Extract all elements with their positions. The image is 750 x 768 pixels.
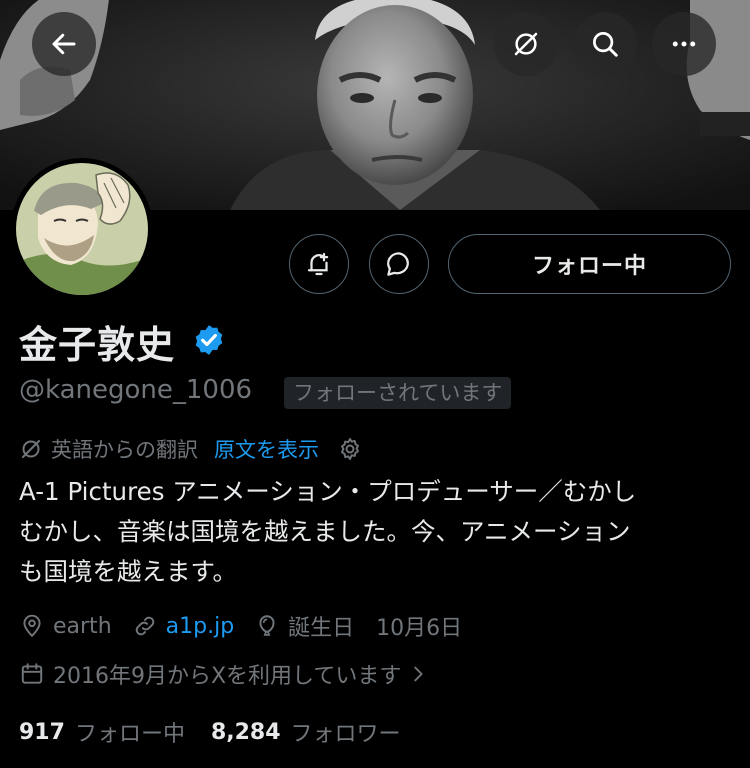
follow-counts: 917 フォロー中 8,284 フォロワー <box>19 716 427 748</box>
search-button[interactable] <box>573 12 637 76</box>
notifications-button[interactable] <box>289 234 349 294</box>
show-original-link[interactable]: 原文を表示 <box>214 434 319 464</box>
follows-you-badge: フォローされています <box>284 377 512 409</box>
search-icon <box>593 32 618 57</box>
joined-text: 2016年9月からXを利用しています <box>53 664 402 689</box>
following-label: フォロー中 <box>74 722 185 747</box>
profile-meta-row: earth a1p.jp 誕生日 10月6日 <box>19 610 482 642</box>
location-item: earth <box>19 613 112 639</box>
translation-label: 英語からの翻訳 <box>51 438 198 462</box>
more-options-button[interactable] <box>652 12 716 76</box>
following-count: 917 <box>19 719 65 745</box>
location-text: earth <box>53 613 112 639</box>
more-horizontal-icon <box>672 41 696 47</box>
translate-off-icon <box>22 440 40 458</box>
joined-row[interactable]: 2016年9月からXを利用しています <box>19 658 429 690</box>
display-name: 金子敦史 <box>19 323 176 367</box>
translate-toggle-button[interactable] <box>494 12 558 76</box>
gear-icon <box>341 438 359 460</box>
link-icon <box>135 616 154 636</box>
followers-count: 8,284 <box>210 719 281 745</box>
translation-row: 英語からの翻訳 原文を表示 <box>19 434 363 464</box>
website-item[interactable]: a1p.jp <box>132 613 235 639</box>
bell-plus-icon <box>307 252 329 276</box>
avatar-illustration <box>16 163 148 295</box>
translate-off-icon <box>514 32 538 56</box>
profile-avatar[interactable] <box>11 158 153 300</box>
following-count-link[interactable]: 917 フォロー中 <box>19 716 185 748</box>
location-pin-icon <box>23 614 41 638</box>
message-button[interactable] <box>369 234 429 294</box>
birthday-item: 誕生日 10月6日 <box>254 610 462 642</box>
chevron-right-icon <box>414 666 423 682</box>
arrow-left-icon <box>52 33 76 55</box>
translation-settings-button[interactable] <box>337 436 363 462</box>
following-button[interactable]: フォロー中 <box>448 234 731 294</box>
profile-bio: A-1 Pictures アニメーション・プロデューサー／むかし むかし、音楽は… <box>19 477 637 586</box>
user-handle: @kanegone_1006 <box>19 375 253 405</box>
back-button[interactable] <box>32 12 96 76</box>
message-bubble-icon <box>387 252 409 276</box>
birthday-label: 誕生日 <box>288 616 355 641</box>
verified-badge-icon[interactable] <box>192 323 226 357</box>
calendar-icon <box>21 663 43 684</box>
followers-count-link[interactable]: 8,284 フォロワー <box>211 716 401 748</box>
website-link[interactable]: a1p.jp <box>166 614 235 639</box>
balloon-icon <box>259 615 275 636</box>
followers-label: フォロワー <box>290 722 401 747</box>
birthday-date: 10月6日 <box>376 616 463 641</box>
